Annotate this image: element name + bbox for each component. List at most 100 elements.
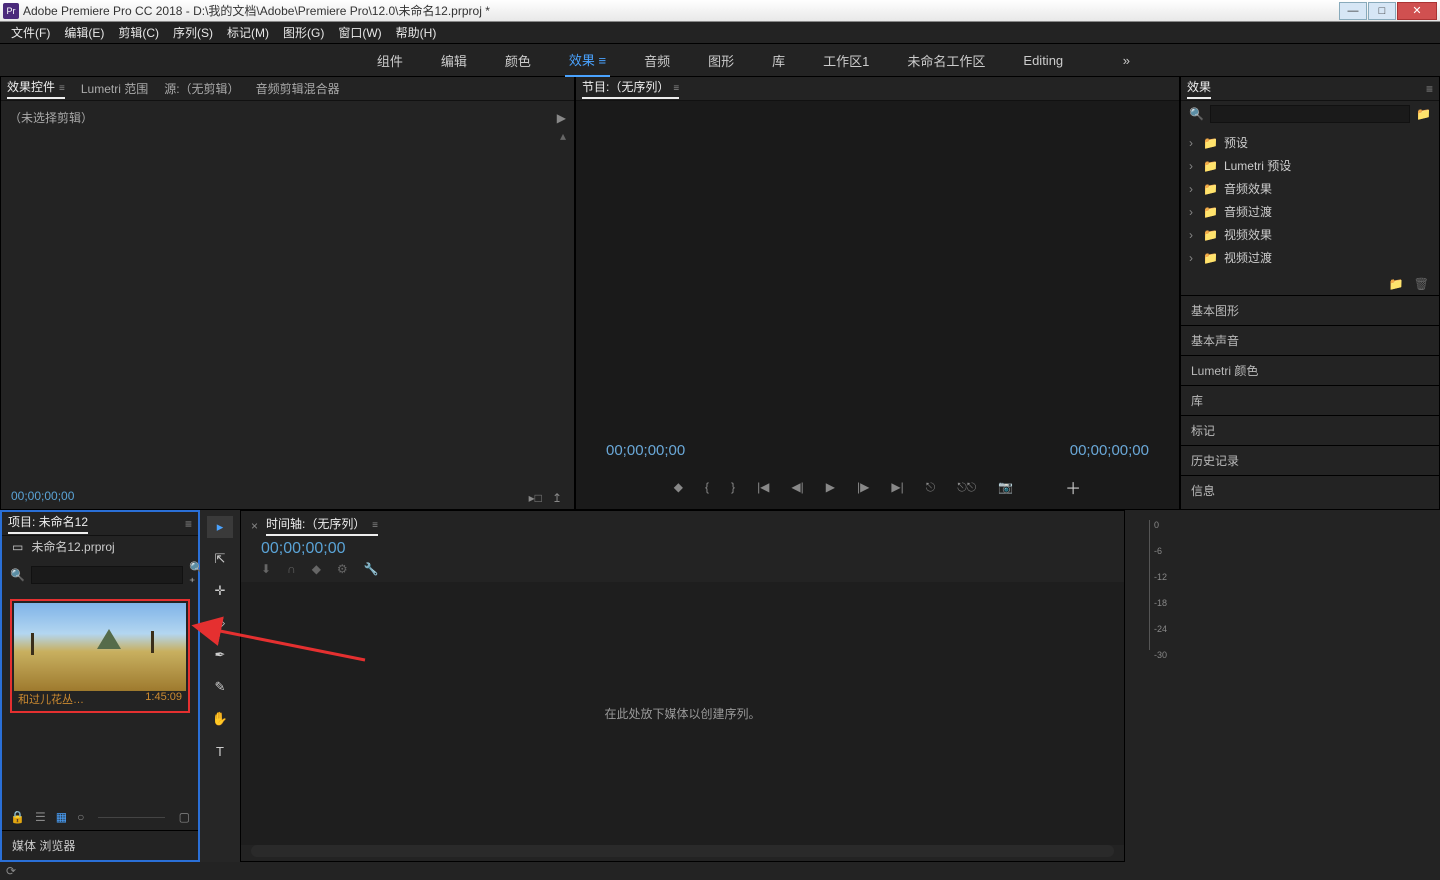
- project-search-input[interactable]: [31, 566, 183, 584]
- timeline-zoom-scroll[interactable]: [251, 845, 1114, 857]
- timeline-panel: × 时间轴:（无序列） ≡ 00;00;00;00 ⬇ ∩ ◆ ⚙ 🔧 在此处放…: [240, 510, 1125, 862]
- button-editor-icon[interactable]: ＋: [1065, 475, 1081, 499]
- panel-menu-icon[interactable]: ≡: [185, 517, 192, 531]
- panel-libraries[interactable]: 库: [1181, 385, 1439, 415]
- workspace-overflow[interactable]: »: [1123, 53, 1130, 68]
- clip-name: 和过儿花丛…: [18, 691, 84, 707]
- export-frame-icon[interactable]: 📷: [998, 480, 1013, 494]
- menu-marker[interactable]: 标记(M): [221, 22, 275, 43]
- add-marker-icon[interactable]: ◆: [674, 480, 683, 494]
- type-tool[interactable]: T: [207, 740, 233, 762]
- panel-menu-icon[interactable]: ≡: [1426, 82, 1433, 96]
- tab-timeline[interactable]: 时间轴:（无序列） ≡: [266, 515, 378, 536]
- workspace-custom1[interactable]: 工作区1: [819, 45, 873, 76]
- timeline-drop-area[interactable]: 在此处放下媒体以创建序列。: [241, 582, 1124, 845]
- tab-audio-clip-mixer[interactable]: 音频剪辑混合器: [256, 80, 340, 97]
- workspace-libraries[interactable]: 库: [768, 45, 789, 76]
- list-view-icon[interactable]: ☰: [35, 810, 46, 824]
- menu-sequence[interactable]: 序列(S): [167, 22, 219, 43]
- extract-icon[interactable]: ⎋⎋: [957, 480, 976, 495]
- workspace-color[interactable]: 颜色: [501, 45, 535, 76]
- wrench-icon[interactable]: 🔧: [364, 562, 379, 576]
- tab-source-noclip[interactable]: 源:（无剪辑）: [164, 80, 239, 97]
- tab-media-browser[interactable]: 媒体 浏览器: [2, 830, 198, 860]
- go-in-icon[interactable]: |◀: [757, 480, 769, 494]
- panel-lumetri-color[interactable]: Lumetri 颜色: [1181, 355, 1439, 385]
- insert-icon[interactable]: ▸□: [529, 491, 542, 505]
- panel-info[interactable]: 信息: [1181, 475, 1439, 505]
- project-panel: 项目: 未命名12 ≡ ▭ 未命名12.prproj 🔍 🔍⁺ 和过儿花丛… 1…: [0, 510, 200, 862]
- new-custom-bin-icon[interactable]: 📁: [1389, 277, 1404, 291]
- delete-icon[interactable]: 🗑: [1414, 277, 1429, 291]
- lock-icon[interactable]: 🔒: [10, 810, 25, 824]
- menu-file[interactable]: 文件(F): [5, 22, 56, 43]
- slip-tool[interactable]: ✒: [207, 644, 233, 666]
- export-frame-icon[interactable]: ↥: [552, 491, 562, 505]
- tools-panel: ▸ ⇱ ✛ ◇ ✒ ✎ ✋ T: [200, 510, 240, 862]
- clip-thumbnail-selected[interactable]: 和过儿花丛… 1:45:09: [10, 599, 190, 713]
- pen-tool[interactable]: ✎: [207, 676, 233, 698]
- step-fwd-icon[interactable]: |▶: [857, 480, 869, 494]
- menu-edit[interactable]: 编辑(E): [58, 22, 110, 43]
- workspace-bar: 组件 编辑 颜色 效果 ≡ 音频 图形 库 工作区1 未命名工作区 Editin…: [0, 44, 1440, 76]
- panel-essential-graphics[interactable]: 基本图形: [1181, 295, 1439, 325]
- go-out-icon[interactable]: ▶|: [891, 480, 903, 494]
- window-title: Adobe Premiere Pro CC 2018 - D:\我的文档\Ado…: [23, 2, 1338, 19]
- selection-tool[interactable]: ▸: [207, 516, 233, 538]
- audio-meters: 0 -6 -12 -18 -24 -30: [1125, 510, 1180, 862]
- workspace-assembly[interactable]: 组件: [373, 45, 407, 76]
- expand-icon[interactable]: ▶: [557, 111, 566, 125]
- add-marker-icon[interactable]: ◆: [312, 562, 321, 576]
- ripple-edit-tool[interactable]: ✛: [207, 580, 233, 602]
- menu-graphics[interactable]: 图形(G): [277, 22, 330, 43]
- scroll-up-icon[interactable]: ▴: [560, 129, 566, 143]
- tab-effect-controls[interactable]: 效果控件≡: [7, 78, 65, 99]
- close-tab-icon[interactable]: ×: [251, 519, 258, 533]
- mark-in-icon[interactable]: {: [705, 480, 709, 494]
- new-bin-icon[interactable]: 📁: [1416, 107, 1431, 121]
- close-button[interactable]: ✕: [1397, 2, 1437, 20]
- razor-tool[interactable]: ◇: [207, 612, 233, 634]
- mark-out-icon[interactable]: }: [731, 480, 735, 494]
- play-icon[interactable]: ▶: [826, 480, 835, 494]
- track-select-tool[interactable]: ⇱: [207, 548, 233, 570]
- fx-folder-video-fx[interactable]: ›📁视频效果: [1189, 223, 1431, 246]
- workspace-editing-en[interactable]: Editing: [1019, 47, 1067, 74]
- linked-selection-icon[interactable]: ∩: [287, 562, 296, 576]
- icon-view-icon[interactable]: ▦: [56, 810, 67, 824]
- menu-window[interactable]: 窗口(W): [332, 22, 387, 43]
- timeline-timecode[interactable]: 00;00;00;00: [241, 540, 1124, 562]
- new-item-icon[interactable]: ▢: [179, 810, 190, 824]
- lift-icon[interactable]: ⎋: [926, 480, 936, 495]
- effects-search-input[interactable]: [1210, 105, 1410, 123]
- hand-tool[interactable]: ✋: [207, 708, 233, 730]
- step-back-icon[interactable]: ◀|: [791, 480, 803, 494]
- minimize-button[interactable]: —: [1339, 2, 1367, 20]
- workspace-editing-cn[interactable]: 编辑: [437, 45, 471, 76]
- fx-folder-presets[interactable]: ›📁预设: [1189, 131, 1431, 154]
- workspace-graphics[interactable]: 图形: [704, 45, 738, 76]
- fx-folder-lumetri[interactable]: ›📁Lumetri 预设: [1189, 154, 1431, 177]
- workspace-audio[interactable]: 音频: [640, 45, 674, 76]
- maximize-button[interactable]: □: [1368, 2, 1396, 20]
- panel-markers[interactable]: 标记: [1181, 415, 1439, 445]
- tab-lumetri-scopes[interactable]: Lumetri 范围: [81, 80, 148, 97]
- freeform-view-icon[interactable]: ○: [77, 810, 84, 824]
- snap-icon[interactable]: ⬇: [261, 562, 271, 576]
- panel-history[interactable]: 历史记录: [1181, 445, 1439, 475]
- workspace-effects[interactable]: 效果 ≡: [565, 44, 610, 77]
- tab-program[interactable]: 节目:（无序列）≡: [582, 78, 679, 99]
- tab-project[interactable]: 项目: 未命名12: [8, 513, 88, 534]
- tab-effects[interactable]: 效果: [1187, 78, 1211, 99]
- search-icon: 🔍: [1189, 107, 1204, 121]
- source-panel: 效果控件≡ Lumetri 范围 源:（无剪辑） 音频剪辑混合器 （未选择剪辑）…: [0, 76, 575, 510]
- panel-essential-sound[interactable]: 基本声音: [1181, 325, 1439, 355]
- menu-help[interactable]: 帮助(H): [390, 22, 443, 43]
- timeline-settings-icon[interactable]: ⚙: [337, 562, 348, 576]
- workspace-unnamed[interactable]: 未命名工作区: [903, 45, 989, 76]
- meter-tick: -30: [1154, 650, 1167, 660]
- fx-folder-audio-fx[interactable]: ›📁音频效果: [1189, 177, 1431, 200]
- menu-clip[interactable]: 剪辑(C): [112, 22, 165, 43]
- fx-folder-audio-trans[interactable]: ›📁音频过渡: [1189, 200, 1431, 223]
- fx-folder-video-trans[interactable]: ›📁视频过渡: [1189, 246, 1431, 269]
